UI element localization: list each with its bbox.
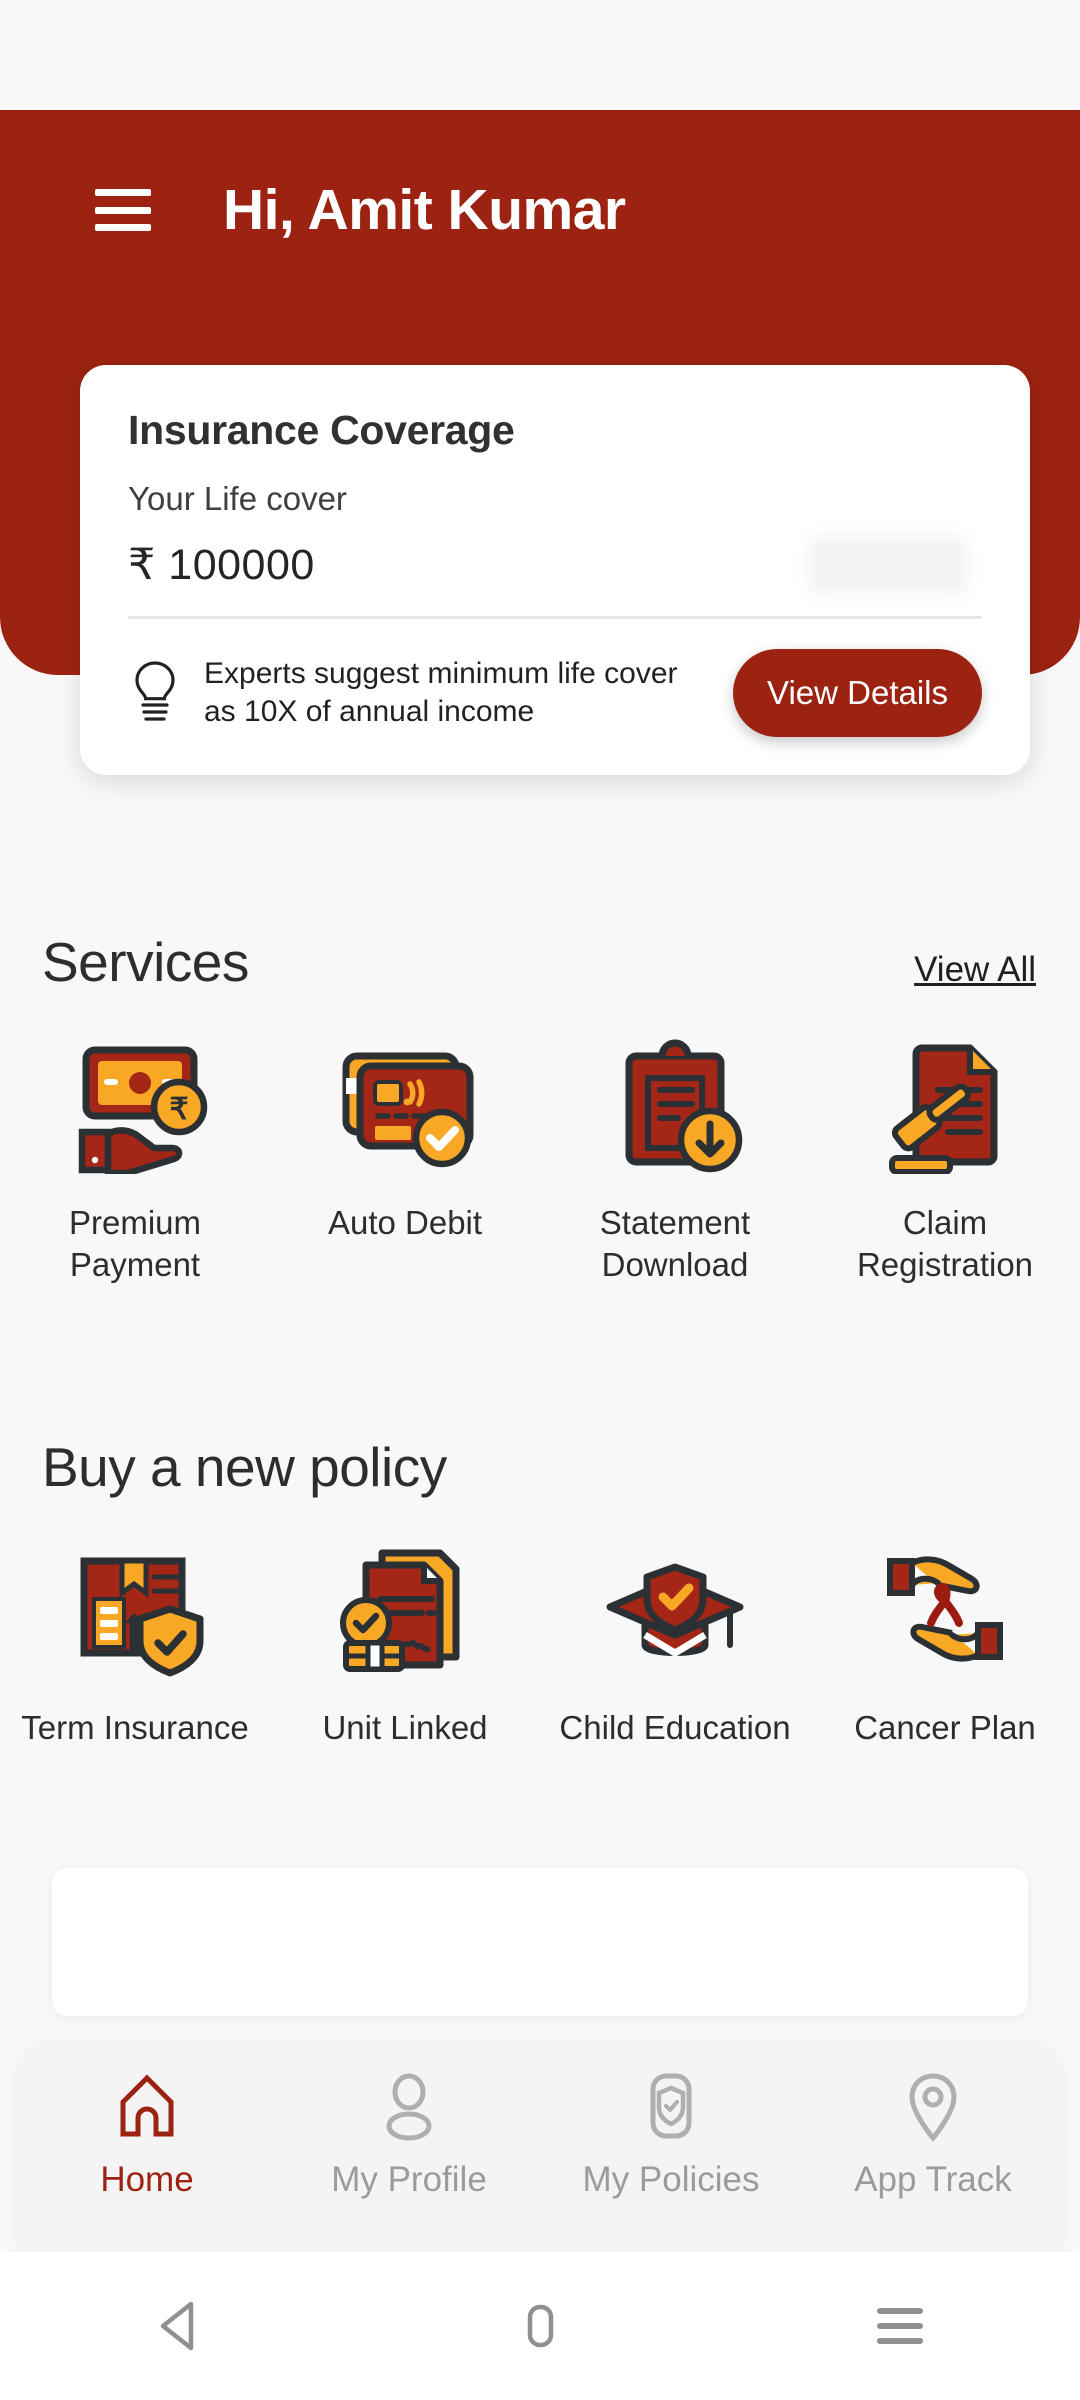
services-section-header: Services View All — [0, 930, 1080, 994]
nav-label: Home — [100, 2160, 194, 2199]
services-view-all-link[interactable]: View All — [914, 950, 1036, 990]
home-icon — [115, 2070, 179, 2144]
home-pill-icon[interactable] — [480, 2276, 600, 2376]
coverage-amount-row: ₹ 100000 — [128, 536, 982, 594]
buy-policy-title: Buy a new policy — [42, 1436, 447, 1498]
person-icon — [377, 2070, 441, 2144]
service-label: Claim Registration — [856, 1204, 1034, 1284]
policy-label: Term Insurance — [21, 1709, 249, 1746]
app-bar: Hi, Amit Kumar — [0, 110, 1080, 310]
policy-tile-cancer-plan[interactable]: Cancer Plan — [810, 1539, 1080, 1749]
policy-tile-child-education[interactable]: Child Education — [540, 1539, 810, 1749]
services-grid: ₹ Premium Payment Auto Debit Statement D… — [0, 1034, 1080, 1286]
coverage-tip-row: Experts suggest minimum life cover as 10… — [128, 619, 982, 775]
document-gavel-icon — [870, 1034, 1020, 1174]
greeting-title: Hi, Amit Kumar — [223, 178, 626, 242]
lightbulb-icon — [135, 661, 175, 721]
buy-policy-section: Buy a new policy Term Insurance Unit Lin… — [0, 1435, 1080, 1749]
clipboard-download-icon — [600, 1034, 750, 1174]
hands-ribbon-icon — [870, 1539, 1020, 1679]
coverage-tip-text: Experts suggest minimum life cover as 10… — [204, 656, 678, 728]
signed-document-coins-icon — [330, 1539, 480, 1679]
nav-item-app-track[interactable]: App Track — [802, 2070, 1064, 2200]
buy-policy-section-header: Buy a new policy — [0, 1435, 1080, 1499]
insurance-coverage-card: Insurance Coverage Your Life cover ₹ 100… — [80, 365, 1030, 775]
policy-tile-term-insurance[interactable]: Term Insurance — [0, 1539, 270, 1749]
status-bar — [0, 0, 1080, 110]
map-pin-icon — [901, 2070, 965, 2144]
nav-label: My Profile — [331, 2160, 487, 2199]
policy-tile-unit-linked[interactable]: Unit Linked — [270, 1539, 540, 1749]
nav-label: App Track — [854, 2160, 1012, 2199]
service-label: Auto Debit — [327, 1204, 483, 1241]
services-title: Services — [42, 931, 249, 993]
coverage-placeholder-shimmer — [808, 536, 968, 594]
coverage-amount: ₹ 100000 — [128, 541, 315, 589]
service-tile-claim-registration[interactable]: Claim Registration — [810, 1034, 1080, 1286]
document-shield-check-icon — [60, 1539, 210, 1679]
view-details-button[interactable]: View Details — [733, 649, 982, 737]
hand-holding-cash-rupee-icon: ₹ — [60, 1034, 210, 1174]
coverage-card-title: Insurance Coverage — [128, 407, 515, 453]
nav-label: My Policies — [582, 2160, 760, 2199]
service-tile-statement-download[interactable]: Statement Download — [540, 1034, 810, 1286]
hamburger-menu-icon[interactable] — [95, 189, 151, 231]
bottom-navigation-bar: Home My Profile My Policies App Track — [16, 2044, 1064, 2252]
svg-text:₹: ₹ — [169, 1093, 188, 1126]
app-screen: Hi, Amit Kumar Insurance Coverage Your L… — [0, 0, 1080, 2400]
graduation-cap-shield-icon — [600, 1539, 750, 1679]
policy-label: Unit Linked — [322, 1709, 488, 1746]
nav-item-my-profile[interactable]: My Profile — [278, 2070, 540, 2200]
promo-banner-card[interactable] — [52, 1868, 1028, 2016]
service-tile-premium-payment[interactable]: ₹ Premium Payment — [0, 1034, 270, 1286]
back-triangle-icon[interactable] — [120, 2276, 240, 2376]
service-label: Statement Download — [599, 1204, 751, 1284]
coverage-card-subtitle: Your Life cover — [128, 480, 347, 517]
android-system-nav — [0, 2252, 1080, 2400]
service-label: Premium Payment — [68, 1204, 202, 1284]
shield-document-icon — [639, 2070, 703, 2144]
buy-policy-grid: Term Insurance Unit Linked Child Educati… — [0, 1539, 1080, 1749]
recents-menu-icon[interactable] — [840, 2276, 960, 2376]
policy-label: Cancer Plan — [854, 1709, 1036, 1746]
policy-label: Child Education — [559, 1709, 791, 1746]
nav-item-home[interactable]: Home — [16, 2070, 278, 2200]
service-tile-auto-debit[interactable]: Auto Debit — [270, 1034, 540, 1286]
credit-card-check-icon — [330, 1034, 480, 1174]
nav-item-my-policies[interactable]: My Policies — [540, 2070, 802, 2200]
services-section: Services View All ₹ Premium Payment Auto… — [0, 930, 1080, 1286]
